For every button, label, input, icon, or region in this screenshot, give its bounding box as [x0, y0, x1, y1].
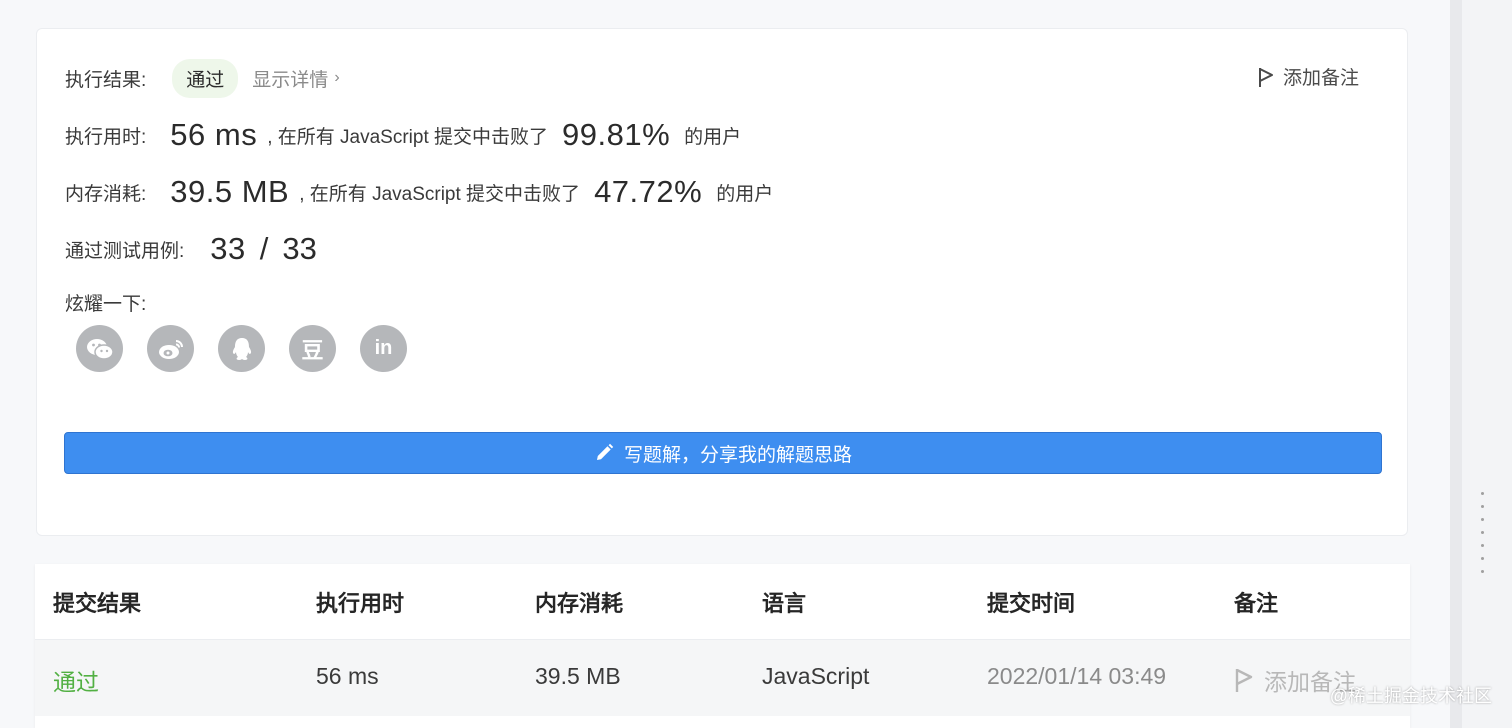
memory-row: 内存消耗: 39.5 MB , 在所有 JavaScript 提交中击败了 47…: [65, 172, 773, 212]
testcases-label: 通过测试用例:: [65, 240, 185, 262]
header-memory[interactable]: 内存消耗: [535, 586, 623, 618]
result-row: 执行结果: 通过 显示详情 ›: [65, 58, 340, 98]
runtime-value: 56 ms: [170, 117, 258, 152]
add-note-label: 添加备注: [1282, 68, 1359, 89]
row-language: JavaScript: [762, 663, 870, 689]
runtime-beat-text: , 在所有 JavaScript 提交中击败了: [267, 126, 549, 148]
memory-value: 39.5 MB: [170, 174, 290, 209]
runtime-percent: 99.81%: [562, 117, 671, 152]
runtime-suffix: 的用户: [684, 126, 742, 148]
row-result[interactable]: 通过: [53, 663, 99, 697]
wechat-icon[interactable]: [76, 325, 123, 372]
flag-icon: [1235, 668, 1253, 692]
right-side-panel: [1450, 0, 1512, 728]
weibo-icon[interactable]: [147, 325, 194, 372]
testcases-row: 通过测试用例: 33 / 33: [65, 229, 317, 269]
testcases-separator: /: [259, 231, 269, 266]
pencil-icon: [596, 443, 614, 460]
runtime-label: 执行用时:: [65, 126, 147, 148]
status-badge: 通过: [172, 58, 239, 98]
table-row[interactable]: 通过 56 ms 39.5 MB JavaScript 2022/01/14 0…: [35, 640, 1410, 716]
flag-icon: [1258, 67, 1273, 87]
write-solution-label: 写题解，分享我的解题思路: [623, 444, 852, 466]
result-label: 执行结果:: [65, 69, 147, 91]
submission-result-card: 执行结果: 通过 显示详情 › 添加备注 执行用时: 56 ms , 在所有 J…: [36, 28, 1408, 536]
testcases-total: 33: [282, 231, 317, 266]
douban-glyph: 豆: [301, 337, 324, 363]
add-note-button[interactable]: 添加备注: [1257, 63, 1359, 90]
memory-beat-text: , 在所有 JavaScript 提交中击败了: [299, 183, 581, 205]
share-icons: 豆 in: [76, 325, 431, 372]
qq-icon[interactable]: [218, 325, 265, 372]
runtime-row: 执行用时: 56 ms , 在所有 JavaScript 提交中击败了 99.8…: [65, 115, 741, 155]
row-submit-time: 2022/01/14 03:49: [987, 663, 1167, 689]
header-language[interactable]: 语言: [762, 586, 806, 618]
row-runtime: 56 ms: [316, 663, 379, 689]
chevron-right-icon: ›: [334, 69, 340, 86]
header-note: 备注: [1234, 591, 1279, 616]
submissions-table: 提交结果 执行用时 内存消耗 语言 提交时间 备注 通过 56 ms 39.5 …: [35, 564, 1410, 728]
header-submit-time[interactable]: 提交时间: [987, 586, 1075, 618]
linkedin-icon[interactable]: in: [360, 325, 407, 372]
show-details-label: 显示详情: [252, 69, 329, 91]
watermark: @稀土掘金技术社区: [1329, 686, 1492, 706]
share-label: 炫耀一下:: [65, 294, 147, 315]
row-memory: 39.5 MB: [535, 663, 621, 689]
memory-suffix: 的用户: [716, 183, 774, 205]
testcases-passed: 33: [210, 231, 246, 266]
linkedin-glyph: in: [374, 337, 393, 359]
douban-icon[interactable]: 豆: [289, 325, 336, 372]
memory-percent: 47.72%: [594, 174, 703, 209]
show-details-link[interactable]: 显示详情 ›: [252, 65, 339, 92]
table-header: 提交结果 执行用时 内存消耗 语言 提交时间 备注: [35, 564, 1410, 640]
resize-handle[interactable]: [1481, 492, 1484, 583]
header-runtime[interactable]: 执行用时: [316, 586, 404, 618]
scrollbar-track[interactable]: [1450, 0, 1462, 728]
header-result[interactable]: 提交结果: [53, 586, 141, 618]
memory-label: 内存消耗:: [65, 183, 147, 205]
write-solution-button[interactable]: 写题解，分享我的解题思路: [64, 432, 1382, 474]
